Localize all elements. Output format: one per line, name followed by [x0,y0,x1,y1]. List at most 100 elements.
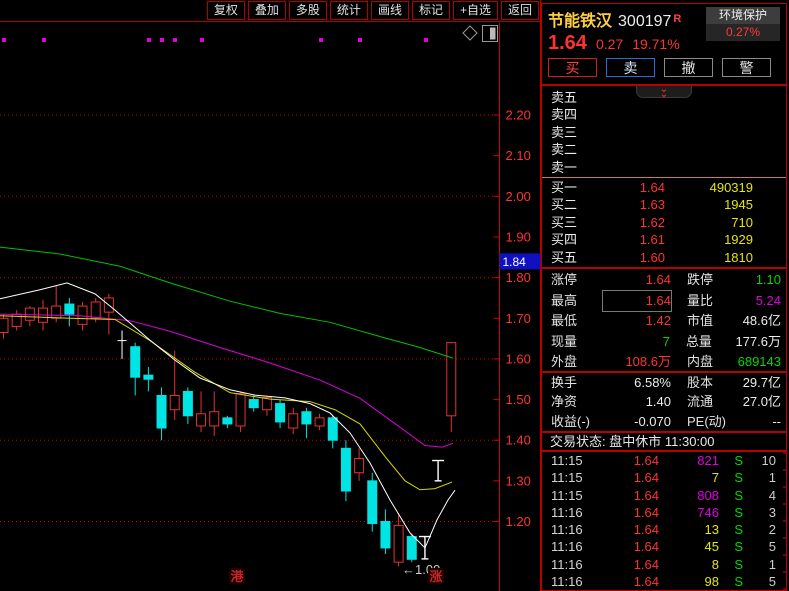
up-candle [51,305,62,319]
down-candle [406,536,417,560]
candles [0,285,457,567]
event-dot [319,38,323,42]
price-axis-label: 1.50 [506,392,531,407]
tick-row[interactable]: 11:15 1.64 7 S 1 [542,469,786,486]
tick-row[interactable]: 11:16 1.64 45 S 5 [542,538,786,555]
price-change-percent: 19.71% [632,36,680,52]
trade-status-label: 交易状态: [550,434,606,449]
ma-green-line [0,246,454,359]
event-dot [160,38,164,42]
tick-row[interactable]: 11:16 1.64 746 S 3 [542,504,786,521]
ma-white-line [0,282,456,549]
bid-row-2[interactable]: 买二 1.63 1945 [542,196,786,213]
price-axis-label: 1.80 [506,270,531,285]
alert-button[interactable]: 警 [722,58,771,77]
tick-row[interactable]: 11:16 1.64 8 S 1 [542,556,786,573]
trade-status-value: 盘中休市 11:30:00 [609,434,715,449]
quote-stats-primary: 涨停 1.64 跌停 1.10 最高 1.64 量比 5.24 最低 1.42 … [541,268,787,372]
down-candle [340,447,351,492]
buy-button[interactable]: 买 [548,58,597,77]
price-axis-label: 2.20 [506,108,531,123]
ask-row-1[interactable]: 卖一 [542,159,786,176]
bid-row-4[interactable]: 买四 1.61 1929 [542,231,786,248]
price-axis-label: 1.70 [506,311,531,326]
svg-text:港: 港 [230,569,244,584]
stats-row: 现量 7 总量 177.6万 [551,333,781,349]
down-candle [130,346,141,378]
sector-tag[interactable]: 环境保护 0.27% [706,7,780,41]
event-dot [2,38,6,42]
price-axis-label: 2.10 [506,148,531,163]
statistics-button[interactable]: 统计 [329,1,368,20]
stock-code: 300197 [618,13,672,30]
stats-row: 换手 6.58% 股本 29.7亿 [551,375,781,390]
draw-line-button[interactable]: 画线 [370,1,409,20]
bid-row-1[interactable]: 买一 1.64 490319 [542,179,786,196]
add-watchlist-button[interactable]: +自选 [452,1,498,20]
down-candle [64,303,75,315]
stock-trading-app: 复权 叠加 多股 统计 画线 标记 +自选 返回 2.20 2.10 2.00 1.9… [0,0,789,591]
ma-yellow-line [0,315,453,491]
tick-row[interactable]: 11:16 1.64 98 S 5 [542,573,786,590]
collapse-book-button[interactable]: ⌄ ⌄ [636,86,692,98]
price-axis-label: 1.60 [506,351,531,366]
price-axis-label: 1.20 [506,514,531,529]
price-highlight: 1.84 [499,253,541,270]
price-axis-label: 1.90 [506,229,531,244]
svg-text:涨: 涨 [428,569,442,584]
ask-row-2[interactable]: 卖二 [542,141,786,158]
chevron-down-icon: ⌄ [659,89,669,98]
mark-button[interactable]: 标记 [411,1,450,20]
overlay-button[interactable]: 叠加 [247,1,286,20]
down-candle [182,390,193,417]
stats-row: 最高 1.64 量比 5.24 [542,289,786,313]
up-candle [314,417,325,427]
down-candle [367,480,378,525]
stats-row: 涨停 1.64 跌停 1.10 [551,272,781,287]
event-dot [424,38,428,42]
bid-row-5[interactable]: 买五 1.60 1810 [542,249,786,266]
down-candle [156,394,167,429]
down-candle [248,399,259,409]
seal-marker: 涨 [428,568,444,584]
y-axis: 2.20 2.10 2.00 1.90 1.80 1.70 1.60 1.50 1.40 1.30… [493,23,531,591]
up-candle [209,411,220,427]
order-book: ⌄ ⌄ 卖五 卖四 卖三 卖二 卖一 买一 1.64 490319 买二 1.6… [541,85,787,268]
price-axis-label: 1.30 [506,473,531,488]
down-candle [301,411,312,425]
bid-ask-separator [542,176,786,178]
candlestick-chart[interactable]: 2.20 2.10 2.00 1.90 1.80 1.70 1.60 1.50 1.40 1.30… [0,0,541,591]
price-axis-label: 1.40 [506,433,531,448]
event-dot [42,38,46,42]
tick-row[interactable]: 11:15 1.64 808 S 4 [542,487,786,504]
bid-row-3[interactable]: 买三 1.62 710 [542,214,786,231]
up-candle [0,317,9,333]
tick-row[interactable]: 11:16 1.64 13 S 2 [542,521,786,538]
highlight-price-label: 1.84 [503,255,527,269]
sell-button[interactable]: 卖 [606,58,655,77]
scrollbar[interactable] [783,452,786,590]
cancel-order-button[interactable]: 撤 [664,58,713,77]
multi-stock-button[interactable]: 多股 [288,1,327,20]
back-button[interactable]: 返回 [500,1,539,20]
stats-row: 收益(-) -0.070 PE(动) -- [551,413,781,429]
tick-row[interactable]: 11:15 1.64 821 S 10 [542,452,786,469]
event-dot [173,38,177,42]
down-candle [327,417,338,441]
quote-panel: 节能铁汉 300197 R 环境保护 0.27% 1.64 0.27 19.71… [541,0,789,591]
event-dot [358,38,362,42]
ask-row-3[interactable]: 卖三 [542,124,786,141]
up-candle [446,342,457,417]
registration-flag: R [673,13,682,25]
chart-toolbar: 复权 叠加 多股 统计 画线 标记 +自选 返回 [0,0,540,22]
diamond-icon[interactable] [462,25,478,41]
event-dot [147,38,151,42]
sector-tag-value: 0.27% [706,24,780,41]
ask-row-4[interactable]: 卖四 [542,106,786,123]
adjust-rights-button[interactable]: 复权 [206,1,245,20]
price-axis-label: 2.00 [506,189,531,204]
quote-header: 节能铁汉 300197 R 环境保护 0.27% 1.64 0.27 19.71… [541,3,787,85]
seal-marker: 港 [229,568,245,584]
event-dot [200,38,204,42]
quote-stats-secondary: 换手 6.58% 股本 29.7亿 净资 1.40 流通 27.0亿 收益(-)… [541,372,787,432]
